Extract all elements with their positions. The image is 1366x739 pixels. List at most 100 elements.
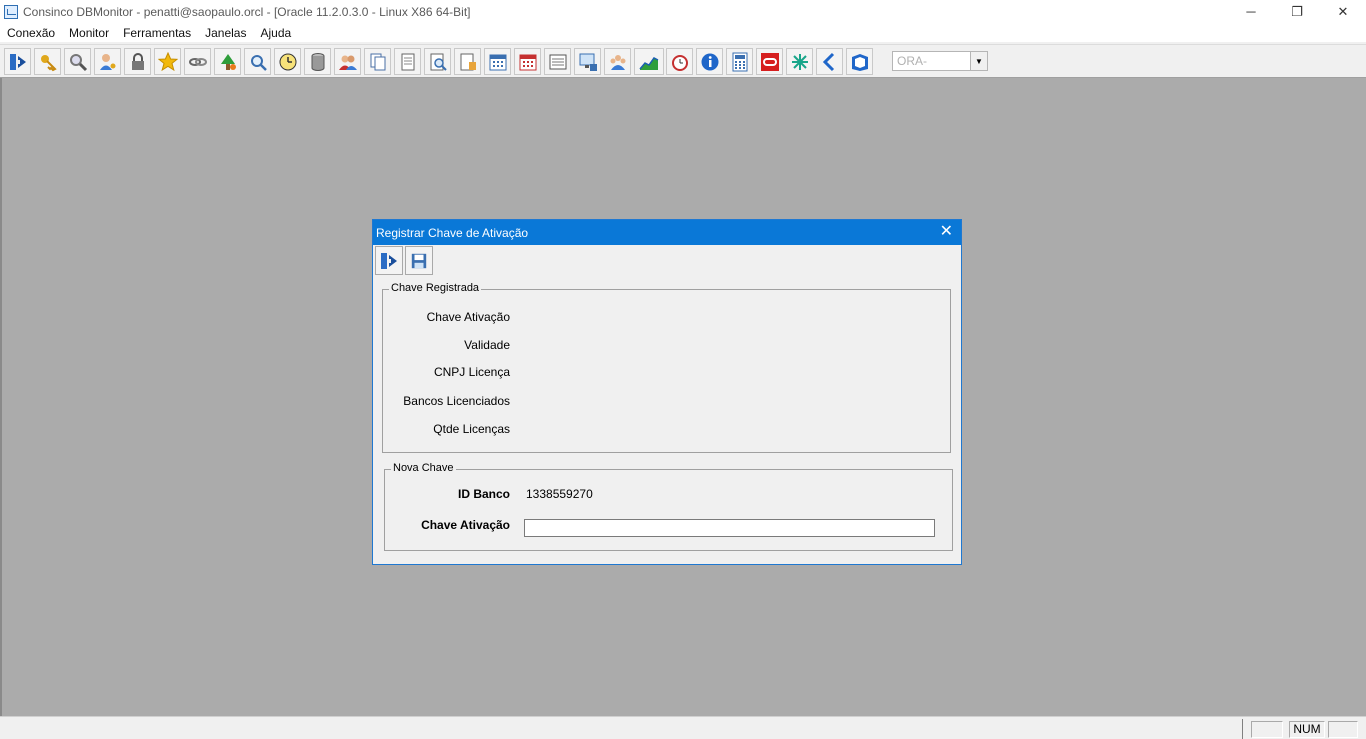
clock-icon: [279, 53, 296, 70]
menu-ferramentas[interactable]: Ferramentas: [116, 26, 198, 40]
restore-button[interactable]: ❐: [1274, 0, 1320, 23]
book-icon: [851, 53, 868, 71]
dialog-save-button[interactable]: [405, 246, 433, 275]
id-banco-value: 1338559270: [526, 487, 593, 501]
chevron-down-icon[interactable]: ▼: [970, 52, 987, 70]
star-icon: [157, 51, 178, 71]
activation-key-input[interactable]: [524, 519, 935, 537]
document-search-button[interactable]: [424, 48, 451, 75]
chart-button[interactable]: [634, 48, 664, 75]
monitor-icon: [579, 53, 597, 71]
info-icon: [701, 53, 718, 70]
document-note-icon: [460, 53, 476, 70]
exit-button[interactable]: [4, 48, 31, 75]
instance-combo[interactable]: ORA- ▼: [892, 51, 988, 71]
dialog-close-button[interactable]: ✕: [940, 223, 953, 241]
document-note-button[interactable]: [454, 48, 481, 75]
register-key-dialog: Registrar Chave de Ativação ✕ Chave Regi…: [372, 219, 962, 565]
chart-icon: [639, 56, 659, 70]
group-icon: [610, 54, 625, 70]
new-key-legend: Nova Chave: [391, 462, 456, 474]
calendar-blue-icon: [489, 54, 506, 70]
cnpj-licenca-label: CNPJ Licença: [433, 365, 510, 379]
status-pane-num: NUM: [1289, 721, 1325, 738]
id-banco-label: ID Banco: [457, 487, 510, 501]
instance-combo-value: ORA-: [897, 54, 927, 68]
minimize-button[interactable]: ─: [1228, 0, 1274, 23]
oracle-icon: [760, 52, 779, 71]
list-button[interactable]: [544, 48, 571, 75]
magnifier-button[interactable]: [64, 48, 91, 75]
oracle-button[interactable]: [756, 48, 783, 75]
status-pane-scroll: [1328, 721, 1358, 738]
magnifier-icon: [69, 53, 87, 71]
menu-conexao[interactable]: Conexão: [0, 26, 62, 40]
book-button[interactable]: [846, 48, 873, 75]
menu-ajuda[interactable]: Ajuda: [253, 26, 298, 40]
status-divider: [1242, 719, 1243, 739]
bancos-licenciados-label: Bancos Licenciados: [403, 394, 510, 408]
window-title: Consinco DBMonitor - penatti@saopaulo.or…: [23, 4, 471, 19]
qtde-licencas-label: Qtde Licenças: [433, 422, 510, 436]
database-button[interactable]: [304, 48, 331, 75]
alarm-clock-icon: [671, 54, 688, 71]
list-icon: [549, 54, 566, 69]
key-button[interactable]: [34, 48, 61, 75]
monitor-button[interactable]: [574, 48, 601, 75]
database-icon: [311, 52, 324, 71]
status-pane-caps: [1251, 721, 1283, 738]
status-bar: NUM: [0, 716, 1366, 739]
info-button[interactable]: [696, 48, 723, 75]
calculator-icon: [732, 52, 747, 71]
copy-icon: [370, 53, 385, 70]
menu-janelas[interactable]: Janelas: [198, 26, 253, 40]
validade-label: Validade: [464, 338, 510, 352]
users-icon: [338, 55, 357, 70]
copy-button[interactable]: [364, 48, 391, 75]
close-button[interactable]: ✕: [1320, 0, 1366, 23]
back-button[interactable]: [816, 48, 843, 75]
menu-monitor[interactable]: Monitor: [62, 26, 116, 40]
app-icon: [4, 4, 18, 19]
chain-icon: [188, 57, 207, 66]
registered-key-legend: Chave Registrada: [389, 282, 482, 294]
registered-key-group: Chave Registrada Chave Ativação Validade…: [382, 282, 951, 453]
document-icon: [401, 53, 414, 70]
padlock-button[interactable]: [124, 48, 151, 75]
dialog-title: Registrar Chave de Ativação: [376, 225, 529, 240]
dialog-exit-button[interactable]: [375, 246, 403, 275]
tree-icon: [220, 53, 236, 70]
padlock-icon: [131, 52, 144, 70]
key-icon: [40, 54, 57, 71]
user-key-icon: [99, 53, 115, 70]
user-key-button[interactable]: [94, 48, 121, 75]
dialog-toolbar: [374, 246, 962, 276]
clock-button[interactable]: [274, 48, 301, 75]
chave-ativacao-label: Chave Ativação: [426, 310, 510, 324]
search-sql-icon: [250, 54, 267, 71]
calculator-button[interactable]: [726, 48, 753, 75]
title-bar: Consinco DBMonitor - penatti@saopaulo.or…: [0, 0, 1366, 23]
alarm-clock-button[interactable]: [666, 48, 693, 75]
calendar-red-icon: [519, 54, 536, 70]
asterisk-icon: [791, 53, 808, 70]
save-icon: [411, 253, 427, 268]
menu-bar: Conexão Monitor Ferramentas Janelas Ajud…: [0, 23, 1366, 42]
exit-icon: [9, 53, 26, 70]
calendar-red-button[interactable]: [514, 48, 541, 75]
asterisk-button[interactable]: [786, 48, 813, 75]
users-button[interactable]: [334, 48, 361, 75]
tree-button[interactable]: [214, 48, 241, 75]
dialog-title-bar: Registrar Chave de Ativação ✕: [373, 220, 961, 245]
main-toolbar: ORA- ▼: [0, 44, 1366, 78]
search-sql-button[interactable]: [244, 48, 271, 75]
exit-icon: [381, 252, 397, 269]
back-arrow-icon: [822, 52, 834, 71]
document-button[interactable]: [394, 48, 421, 75]
new-key-group: Nova Chave ID Banco 1338559270 Chave Ati…: [384, 462, 953, 551]
group-button[interactable]: [604, 48, 631, 75]
calendar-blue-button[interactable]: [484, 48, 511, 75]
document-search-icon: [430, 53, 447, 71]
star-button[interactable]: [154, 48, 181, 75]
chain-button[interactable]: [184, 48, 211, 75]
